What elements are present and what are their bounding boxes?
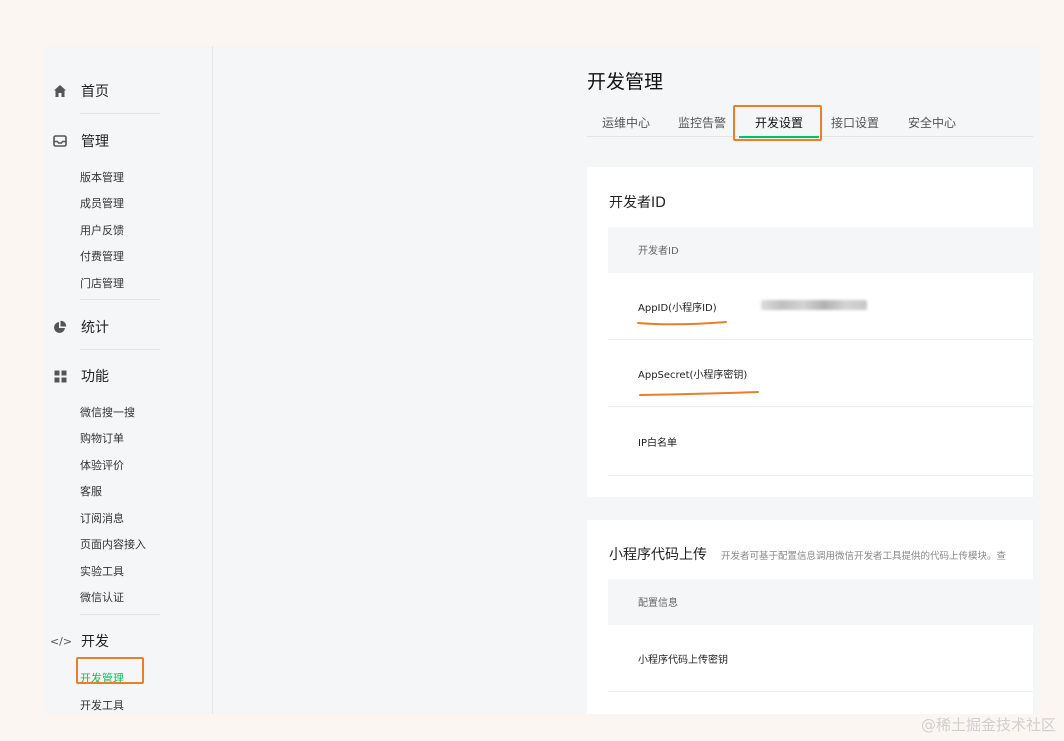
table-row-ip-whitelist: IP白名单 [608, 407, 1033, 476]
grid-icon [52, 368, 68, 384]
sidebar-item-stores[interactable]: 门店管理 [80, 275, 124, 291]
sidebar-item-page-content[interactable]: 页面内容接入 [80, 536, 146, 552]
sidebar: 首页 管理 版本管理 成员管理 用户反馈 付费管理 门店管理 统计 功能 微信搜… [44, 46, 213, 714]
divider [80, 349, 160, 350]
sidebar-item-home[interactable]: 首页 [52, 81, 109, 101]
watermark: @稀土掘金技术社区 [920, 716, 1056, 734]
code-upload-hint: 开发者可基于配置信息调用微信开发者工具提供的代码上传模块。查 [721, 551, 1007, 562]
sidebar-item-stats-label: 统计 [81, 320, 109, 336]
sidebar-item-verification[interactable]: 微信认证 [80, 589, 124, 605]
sidebar-item-features[interactable]: 功能 [52, 366, 109, 386]
sidebar-item-reviews[interactable]: 体验评价 [80, 457, 124, 473]
sidebar-item-orders[interactable]: 购物订单 [80, 430, 124, 446]
config-table-header: 配置信息 [608, 579, 1033, 625]
developer-id-card-title: 开发者ID [609, 195, 666, 211]
tab-api-settings[interactable]: 接口设置 [831, 114, 879, 131]
tab-ops-center[interactable]: 运维中心 [602, 114, 650, 131]
sidebar-item-feedback[interactable]: 用户反馈 [80, 222, 124, 238]
page-title: 开发管理 [587, 71, 664, 93]
pie-chart-icon [52, 319, 68, 335]
highlight-box-dev-settings-tab [733, 105, 822, 141]
sidebar-item-manage-label: 管理 [81, 134, 109, 150]
ip-whitelist-label: IP白名单 [638, 438, 677, 449]
appsecret-label: AppSecret(小程序密钥) [638, 370, 748, 381]
sidebar-item-home-label: 首页 [81, 84, 109, 100]
sidebar-item-features-label: 功能 [81, 369, 109, 385]
table-header-label: 配置信息 [638, 598, 678, 609]
code-icon: </> [49, 634, 73, 648]
sidebar-item-stats[interactable]: 统计 [52, 317, 109, 337]
sidebar-item-members[interactable]: 成员管理 [80, 195, 124, 211]
app-window: 首页 管理 版本管理 成员管理 用户反馈 付费管理 门店管理 统计 功能 微信搜… [44, 46, 1040, 714]
divider [80, 113, 160, 114]
upload-key-label: 小程序代码上传密钥 [638, 655, 728, 666]
table-header-label: 开发者ID [638, 246, 679, 257]
table-row-appid: AppID(小程序ID) [608, 273, 1033, 340]
sidebar-item-dev-tools[interactable]: 开发工具 [80, 697, 124, 713]
appid-value-redacted [761, 300, 867, 310]
divider [80, 299, 160, 300]
underline-annotation-appid [637, 321, 727, 326]
sidebar-item-version[interactable]: 版本管理 [80, 169, 124, 185]
sidebar-item-customer-service[interactable]: 客服 [80, 483, 102, 499]
code-upload-title-text: 小程序代码上传 [609, 547, 707, 563]
code-upload-card: 小程序代码上传 开发者可基于配置信息调用微信开发者工具提供的代码上传模块。查 配置… [587, 520, 1033, 714]
sidebar-item-dev-label: 开发 [81, 634, 109, 650]
sidebar-item-wechat-search[interactable]: 微信搜一搜 [80, 404, 135, 420]
sidebar-item-dev[interactable]: </> 开发 [49, 631, 109, 651]
sidebar-item-payment[interactable]: 付费管理 [80, 248, 124, 264]
developer-id-card: 开发者ID 开发者ID AppID(小程序ID) AppSecret(小程序密钥… [587, 167, 1033, 497]
code-upload-card-title: 小程序代码上传 开发者可基于配置信息调用微信开发者工具提供的代码上传模块。查 [609, 544, 1006, 564]
divider [80, 614, 160, 615]
table-row-upload-key: 小程序代码上传密钥 [608, 625, 1033, 692]
highlight-box-dev-manage [76, 657, 144, 684]
sidebar-item-experiments[interactable]: 实验工具 [80, 563, 124, 579]
sidebar-item-subscriptions[interactable]: 订阅消息 [80, 510, 124, 526]
sidebar-item-manage[interactable]: 管理 [52, 131, 109, 151]
tab-monitoring[interactable]: 监控告警 [678, 114, 726, 131]
tab-security-center[interactable]: 安全中心 [908, 114, 956, 131]
home-icon [52, 83, 68, 99]
developer-id-table-header: 开发者ID [608, 227, 1033, 273]
inbox-icon [52, 133, 68, 149]
underline-annotation-appsecret [639, 391, 759, 396]
appid-label: AppID(小程序ID) [638, 303, 717, 314]
